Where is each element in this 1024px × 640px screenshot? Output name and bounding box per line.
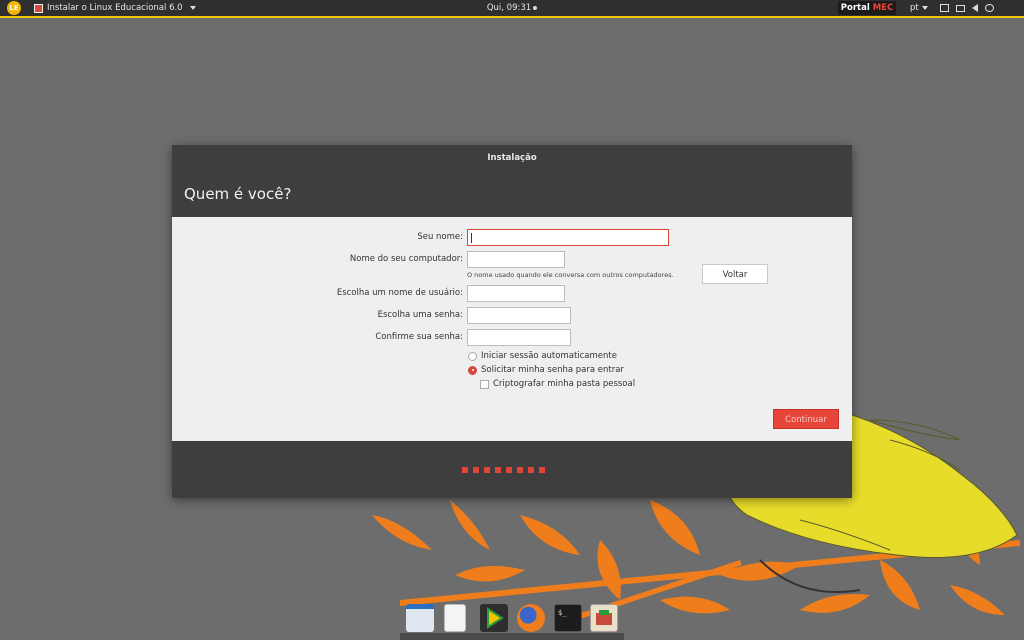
encrypt-option[interactable]: Criptografar minha pasta pessoal — [480, 379, 635, 389]
computer-name-label: Nome do seu computador: — [349, 254, 463, 264]
window-title: Instalação — [487, 153, 537, 163]
confirm-row: Confirme sua senha: — [172, 329, 852, 347]
ask-password-option[interactable]: Solicitar minha senha para entrar — [468, 365, 624, 375]
text-cursor — [471, 233, 472, 243]
portal-label: Portal — [840, 3, 870, 13]
system-tray — [940, 0, 994, 16]
progress-step — [462, 467, 468, 473]
chevron-down-icon — [921, 5, 928, 10]
progress-step — [495, 467, 501, 473]
terminal-icon[interactable]: $_ — [554, 604, 582, 632]
media-player-icon[interactable] — [480, 604, 508, 632]
terminal-prompt-icon: $_ — [558, 609, 567, 617]
power-icon[interactable] — [985, 4, 994, 12]
language-label: pt — [910, 3, 919, 13]
auto-login-label: Iniciar sessão automaticamente — [481, 351, 617, 361]
svg-text:$_: $_ — [558, 609, 567, 617]
progress-step — [506, 467, 512, 473]
name-label: Seu nome: — [417, 232, 463, 242]
confirm-password-label: Confirme sua senha: — [375, 332, 463, 342]
back-button[interactable]: Voltar — [702, 264, 768, 284]
portal-mec-button[interactable]: Portal MEC — [838, 1, 896, 15]
progress-step — [473, 467, 479, 473]
progress-step — [539, 467, 545, 473]
user-form: Seu nome: Nome do seu computador: O nome… — [172, 217, 852, 441]
language-selector[interactable]: pt — [910, 0, 928, 16]
computer-name-input[interactable] — [467, 251, 565, 268]
top-panel: LE Instalar o Linux Educacional 6.0 Qui,… — [0, 0, 1024, 18]
clock-text: Qui, 09:31 — [486, 3, 532, 13]
password-label: Escolha uma senha: — [377, 310, 463, 320]
encrypt-label: Criptografar minha pasta pessoal — [493, 379, 636, 389]
progress-step — [517, 467, 523, 473]
ask-password-label: Solicitar minha senha para entrar — [481, 365, 624, 375]
progress-step — [528, 467, 534, 473]
package-manager-icon[interactable] — [590, 604, 618, 632]
auto-login-radio[interactable] — [468, 351, 477, 361]
computer-name-hint: O nome usado quando ele conversa com out… — [467, 271, 674, 279]
firefox-icon[interactable] — [517, 604, 545, 632]
package-icon — [596, 610, 612, 625]
window-icon[interactable] — [940, 4, 949, 12]
name-input[interactable] — [467, 229, 669, 246]
text-editor-icon[interactable] — [444, 604, 466, 632]
volume-icon[interactable] — [972, 4, 978, 12]
username-label: Escolha um nome de usuário: — [336, 288, 463, 298]
progress-indicator — [462, 467, 545, 473]
continue-button[interactable]: Continuar — [773, 409, 839, 429]
page-title: Quem é você? — [184, 185, 292, 203]
name-row: Seu nome: — [172, 229, 852, 247]
dock: $_ — [400, 600, 624, 640]
play-icon — [487, 607, 504, 629]
auto-login-option[interactable]: Iniciar sessão automaticamente — [468, 351, 617, 361]
ask-password-radio[interactable] — [468, 365, 477, 375]
password-input[interactable] — [467, 307, 571, 324]
password-row: Escolha uma senha: — [172, 307, 852, 325]
installer-window: Instalação Quem é você? Seu nome: Nome d… — [172, 145, 852, 498]
username-input[interactable] — [467, 285, 565, 302]
confirm-password-input[interactable] — [467, 329, 571, 346]
notification-dot-icon — [533, 5, 538, 10]
portal-brand: MEC — [872, 3, 894, 13]
encrypt-checkbox[interactable] — [480, 379, 489, 389]
progress-step — [484, 467, 490, 473]
username-row: Escolha um nome de usuário: — [172, 285, 852, 303]
keyboard-icon[interactable] — [956, 4, 965, 12]
dock-bar — [400, 633, 624, 640]
file-manager-icon[interactable] — [406, 604, 434, 632]
